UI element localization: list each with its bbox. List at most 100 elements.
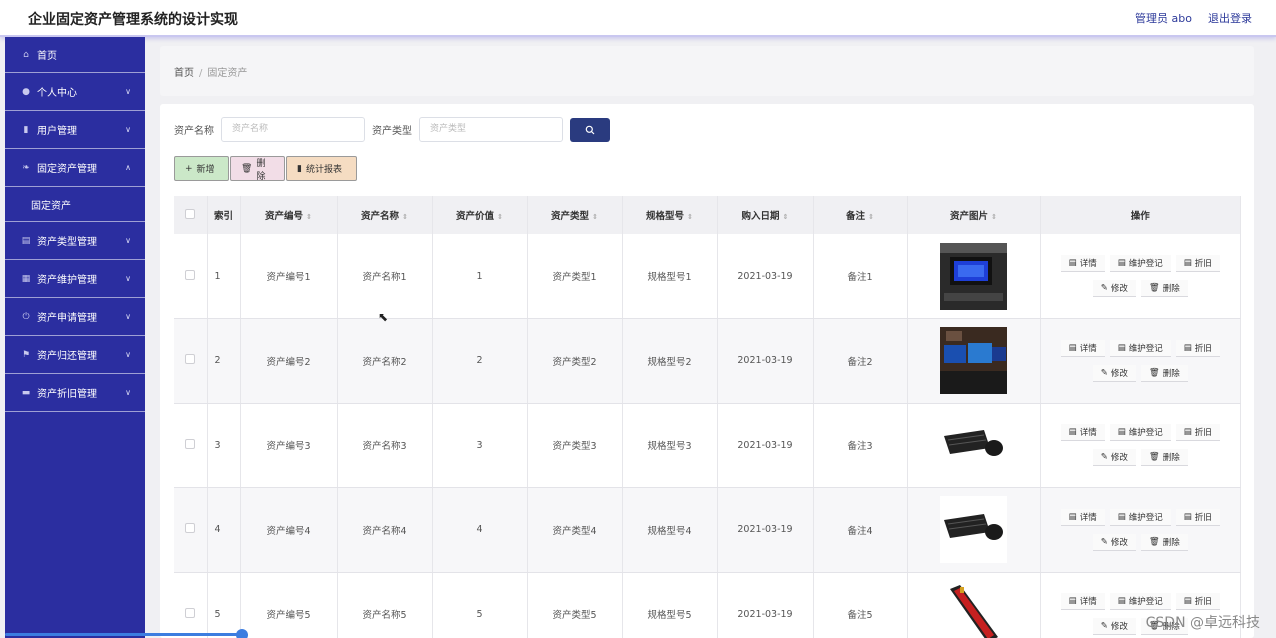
plus-icon: + [185, 163, 193, 174]
search-button[interactable] [570, 117, 610, 142]
delete-button[interactable]: 🗑 删除 [230, 156, 285, 182]
detail-button[interactable]: ▤ 详情 [1060, 508, 1105, 526]
sidebar-item-user-management[interactable]: ▮ 用户管理 ∨ [5, 111, 145, 149]
cell-asset-value: 2 [432, 318, 528, 404]
cell-model: 规格型号3 [622, 403, 718, 488]
asset-thumbnail[interactable] [940, 411, 1007, 479]
col-asset-name[interactable]: 资产名称 ⇕ [337, 196, 433, 234]
detail-button[interactable]: ▤ 详情 [1060, 424, 1105, 442]
cell-asset-code: 资产编号5 [240, 572, 338, 638]
sort-icon: ⇕ [402, 213, 408, 221]
statistics-report-button[interactable]: ▮ 统计报表 [286, 156, 357, 181]
edit-button[interactable]: ✎ 修改 [1092, 449, 1136, 467]
sidebar-item-asset-maintenance-management[interactable]: ▦ 资产维护管理 ∨ [5, 260, 145, 298]
remove-button[interactable]: 🗑 删除 [1140, 280, 1188, 297]
sidebar-item-asset-depreciation-management[interactable]: ▬ 资产折旧管理 ∨ [5, 374, 145, 412]
cell-purchase-date: 2021-03-19 [717, 403, 814, 488]
table-row[interactable]: 5 资产编号5 资产名称5 5 资产类型5 规格型号5 2021-03-19 备注5 ▤ 详情 ▤ 维… [174, 572, 1241, 638]
col-asset-type[interactable]: 资产类型 ⇕ [527, 196, 623, 234]
col-model[interactable]: 规格型号 ⇕ [622, 196, 718, 234]
detail-button[interactable]: ▤ 详情 [1060, 339, 1105, 357]
chevron-down-icon: ∨ [125, 388, 131, 397]
document-icon: ▤ [1117, 258, 1126, 268]
admin-user-link[interactable]: 管理员 abo [1135, 10, 1192, 26]
col-asset-image[interactable]: 资产图片 ⇕ [907, 196, 1041, 234]
maintenance-register-button[interactable]: ▤ 维护登记 [1109, 255, 1171, 272]
sidebar-item-home[interactable]: ⌂ 首页 [5, 37, 145, 73]
logout-link[interactable]: 退出登录 [1208, 10, 1252, 26]
remove-label: 删除 [1162, 368, 1180, 379]
edit-button[interactable]: ✎ 修改 [1092, 364, 1136, 382]
col-purchase-date[interactable]: 购入日期 ⇕ [717, 196, 814, 234]
table-row[interactable]: 1 资产编号1 资产名称1 1 资产类型1 规格型号1 2021-03-19 备注1 ▤ 详情 ▤ 维… [174, 234, 1241, 319]
scrollbar-handle[interactable] [236, 629, 248, 638]
asset-thumbnail[interactable] [940, 327, 1007, 395]
remove-button[interactable]: 🗑 删除 [1140, 533, 1188, 551]
chevron-down-icon: ∨ [125, 236, 131, 245]
depreciate-label: 折旧 [1194, 428, 1212, 439]
depreciation-button[interactable]: ▤ 折旧 [1175, 339, 1220, 357]
maintain-label: 维护登记 [1128, 512, 1163, 523]
depreciation-button[interactable]: ▤ 折旧 [1175, 424, 1220, 442]
remove-button[interactable]: 🗑 删除 [1140, 364, 1188, 382]
col-asset-value[interactable]: 资产价值 ⇕ [432, 196, 528, 234]
cell-asset-value: 1 [432, 234, 528, 319]
depreciation-button[interactable]: ▤ 折旧 [1175, 255, 1220, 272]
cell-index: 4 [207, 487, 241, 573]
horizontal-scrollbar[interactable] [5, 633, 243, 636]
breadcrumb: 首页 / 固定资产 [174, 64, 247, 79]
user-icon: ● [22, 86, 30, 97]
edit-button[interactable]: ✎ 修改 [1092, 618, 1136, 636]
maintenance-register-button[interactable]: ▤ 维护登记 [1109, 339, 1171, 357]
row-checkbox[interactable] [185, 438, 196, 449]
row-checkbox[interactable] [185, 607, 196, 618]
cell-note: 备注1 [813, 234, 908, 319]
detail-button[interactable]: ▤ 详情 [1060, 255, 1105, 272]
row-checkbox[interactable] [185, 354, 196, 365]
add-button[interactable]: + 新增 [174, 156, 229, 181]
depreciation-button[interactable]: ▤ 折旧 [1175, 593, 1220, 611]
asset-type-input[interactable]: 资产类型 [419, 117, 563, 142]
table-row[interactable]: 2 资产编号2 资产名称2 2 资产类型2 规格型号2 2021-03-19 备注2 ▤ 详情 ▤ 维… [174, 318, 1241, 404]
sidebar-item-asset-application-management[interactable]: ⏻ 资产申请管理 ∨ [5, 298, 145, 336]
breadcrumb-home[interactable]: 首页 [174, 68, 194, 79]
asset-thumbnail[interactable] [940, 496, 1007, 564]
sidebar-item-asset-return-management[interactable]: ⚑ 资产归还管理 ∨ [5, 336, 145, 374]
table-row[interactable]: 3 资产编号3 资产名称3 3 资产类型3 规格型号3 2021-03-19 备注3 ▤ 详情 ▤ 维… [174, 403, 1241, 488]
sidebar-subitem-fixed-asset[interactable]: 固定资产 [5, 187, 145, 222]
maintenance-register-button[interactable]: ▤ 维护登记 [1109, 424, 1171, 442]
sidebar-item-asset-type-management[interactable]: ▤ 资产类型管理 ∨ [5, 222, 145, 260]
asset-thumbnail[interactable] [940, 580, 1007, 638]
col-asset-code[interactable]: 资产编号 ⇕ [240, 196, 338, 234]
header-right: 管理员 abo 退出登录 [1135, 10, 1252, 26]
asset-thumbnail[interactable] [940, 242, 1007, 310]
detail-button[interactable]: ▤ 详情 [1060, 593, 1105, 611]
table-row[interactable]: 4 资产编号4 资产名称4 4 资产类型4 规格型号4 2021-03-19 备注4 ▤ 详情 ▤ 维… [174, 487, 1241, 573]
depreciation-button[interactable]: ▤ 折旧 [1175, 508, 1220, 526]
remove-button[interactable]: 🗑 删除 [1140, 449, 1188, 467]
asset-name-input[interactable]: 资产名称 [221, 117, 365, 142]
document-icon: ▤ [1068, 511, 1077, 522]
sort-icon: ⇕ [306, 213, 312, 221]
sort-icon: ⇕ [782, 213, 789, 221]
col-operations: 操作 [1040, 196, 1241, 234]
sidebar-item-personal-center[interactable]: ● 个人中心 ∨ [5, 73, 145, 111]
col-label: 资产图片 [950, 211, 989, 222]
chevron-down-icon: ∨ [125, 274, 131, 283]
asset-name-label: 资产名称 [174, 126, 214, 137]
edit-button[interactable]: ✎ 修改 [1092, 533, 1136, 551]
select-all-checkbox[interactable] [185, 208, 196, 219]
edit-button[interactable]: ✎ 修改 [1092, 280, 1136, 297]
col-note[interactable]: 备注 ⇕ [813, 196, 908, 234]
row-checkbox[interactable] [185, 269, 196, 280]
cell-index: 5 [207, 572, 241, 638]
maintenance-register-button[interactable]: ▤ 维护登记 [1109, 508, 1171, 526]
document-icon: ▤ [1117, 342, 1126, 353]
document-icon: ▤ [1068, 596, 1077, 607]
sort-icon: ⇕ [592, 213, 598, 221]
sidebar-item-fixed-asset-management[interactable]: ❧ 固定资产管理 ∧ [5, 149, 145, 187]
maintenance-register-button[interactable]: ▤ 维护登记 [1109, 593, 1171, 611]
top-header: 企业固定资产管理系统的设计实现 管理员 abo 退出登录 [0, 0, 1276, 37]
cell-model: 规格型号1 [622, 234, 718, 319]
row-checkbox[interactable] [185, 523, 196, 534]
